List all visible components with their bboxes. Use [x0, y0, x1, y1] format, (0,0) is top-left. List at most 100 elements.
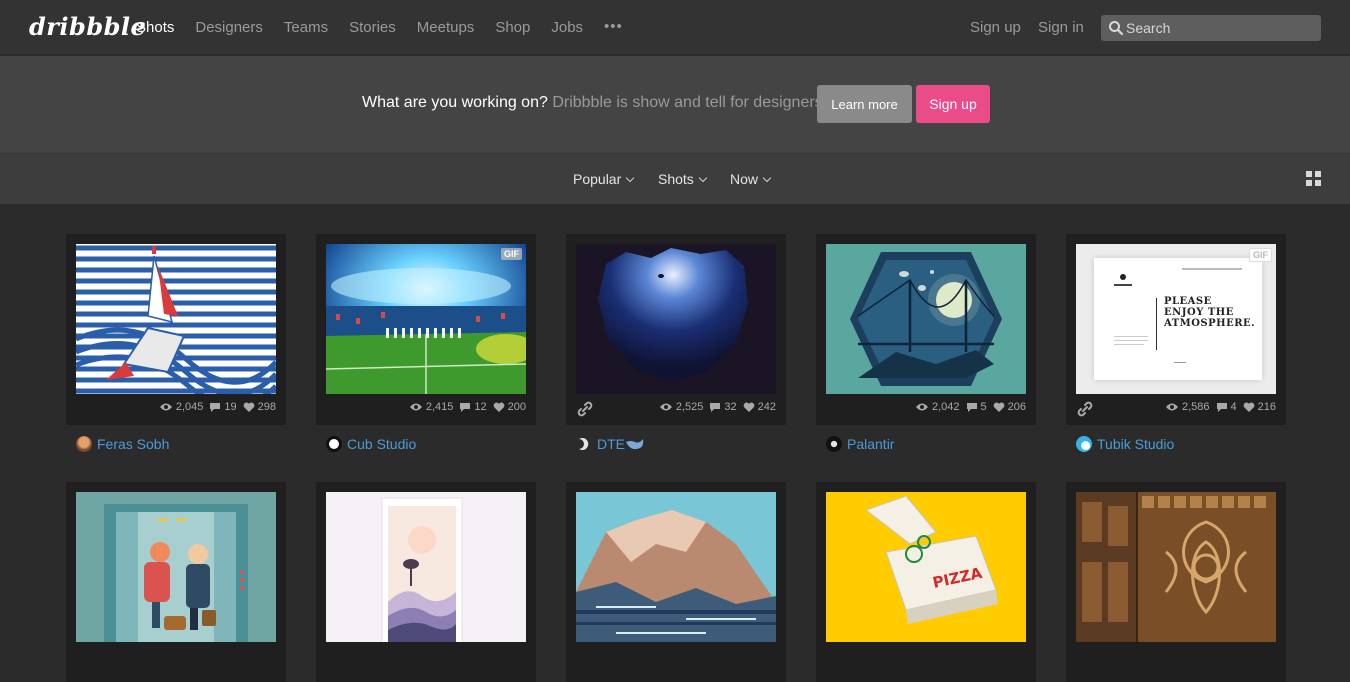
author-name: DTE [597, 436, 625, 452]
likes-count[interactable]: 298 [243, 401, 276, 413]
shot-thumbnail[interactable]: PLEASE ENJOY THE ATMOSPHERE. GIF [1076, 244, 1276, 394]
learn-more-button[interactable]: Learn more [817, 85, 912, 123]
author-name: Palantir [847, 436, 895, 452]
eye-icon [915, 403, 928, 411]
views-count: 2,525 [659, 401, 703, 413]
top-nav: dribbble Shots Designers Teams Stories M… [0, 0, 1350, 55]
comment-icon [210, 402, 221, 412]
search-icon [1109, 21, 1124, 36]
shot-card: PIZZA [816, 482, 1036, 682]
mockup-headline: PLEASE ENJOY THE ATMOSPHERE. [1164, 296, 1256, 329]
sort-filter-dropdown[interactable]: Popular [573, 171, 635, 187]
nav-designers[interactable]: Designers [195, 19, 263, 36]
shot-thumbnail[interactable]: GIF [326, 244, 526, 394]
likes-count[interactable]: 200 [493, 401, 526, 413]
chevron-down-icon [626, 173, 635, 183]
eye-icon [659, 403, 672, 411]
shot-thumbnail[interactable] [576, 244, 776, 394]
shot-card: PLEASE ENJOY THE ATMOSPHERE. GIF 2,586 4… [1066, 234, 1286, 425]
more-menu-icon[interactable]: ••• [604, 18, 623, 35]
dribbble-logo[interactable]: dribbble [29, 12, 146, 41]
author-avatar [1076, 436, 1092, 452]
heart-icon [743, 402, 754, 412]
attachment-icon[interactable] [576, 400, 594, 418]
shot-author[interactable]: Feras Sobh [76, 436, 169, 452]
shot-stats: 2,525 32 242 [653, 401, 776, 413]
nav-meetups[interactable]: Meetups [417, 19, 475, 36]
shot-stats: 2,042 5 206 [909, 401, 1026, 413]
views-count: 2,042 [915, 401, 960, 413]
views-count: 2,586 [1165, 401, 1210, 413]
main-nav: Shots Designers Teams Stories Meetups Sh… [136, 18, 623, 36]
sort-filter-label: Popular [573, 171, 622, 187]
likes-count[interactable]: 206 [993, 401, 1026, 413]
shot-thumbnail[interactable] [826, 244, 1026, 394]
filter-bar: Popular Shots Now [0, 153, 1350, 204]
author-name: Tubik Studio [1097, 436, 1175, 452]
author-avatar [579, 438, 589, 450]
banner-question: What are you working on? [362, 94, 548, 111]
author-name: Feras Sobh [97, 436, 170, 452]
shot-thumbnail[interactable] [576, 492, 776, 642]
time-filter-dropdown[interactable]: Now [730, 171, 772, 187]
shot-author[interactable]: Cub Studio [326, 436, 416, 452]
comment-icon [1216, 402, 1227, 412]
heart-icon [993, 402, 1004, 412]
type-filter-dropdown[interactable]: Shots [658, 171, 708, 187]
shot-thumbnail[interactable]: PIZZA [826, 492, 1026, 642]
shot-thumbnail[interactable] [76, 244, 276, 394]
views-count: 2,415 [409, 401, 453, 413]
comments-count: 12 [459, 401, 487, 413]
shot-card [1066, 482, 1286, 682]
nav-stories[interactable]: Stories [349, 19, 396, 36]
comments-count: 5 [966, 401, 987, 413]
chevron-down-icon [762, 173, 772, 183]
heart-icon [1243, 402, 1254, 412]
author-avatar [76, 436, 92, 452]
signup-banner: What are you working on? Dribbble is sho… [0, 56, 1350, 153]
comment-icon [460, 402, 471, 412]
shot-card: 2,045 19 298 [66, 234, 286, 425]
shot-stats: 2,045 19 298 [153, 401, 276, 413]
mockup-page: PLEASE ENJOY THE ATMOSPHERE. [1094, 258, 1262, 380]
author-avatar [326, 436, 342, 452]
banner-sign-up-button[interactable]: Sign up [916, 85, 990, 123]
heart-icon [243, 402, 254, 412]
shot-thumbnail[interactable] [1076, 492, 1276, 642]
banner-text: What are you working on? Dribbble is sho… [362, 94, 827, 112]
chevron-down-icon [698, 173, 708, 183]
nav-sign-in-link[interactable]: Sign in [1038, 19, 1084, 36]
heart-icon [493, 402, 504, 412]
gif-badge: GIF [1249, 248, 1272, 262]
shot-stats: 2,415 12 200 [403, 401, 526, 413]
grid-view-icon[interactable] [1306, 171, 1321, 186]
eye-icon [159, 403, 172, 411]
search-box[interactable] [1101, 15, 1321, 41]
shot-card [316, 482, 536, 682]
shot-card [566, 482, 786, 682]
likes-count[interactable]: 216 [1243, 401, 1276, 413]
nav-sign-up-link[interactable]: Sign up [970, 19, 1021, 36]
nav-shop[interactable]: Shop [495, 19, 530, 36]
comment-icon [966, 402, 977, 412]
time-filter-label: Now [730, 171, 759, 187]
comment-icon [710, 402, 721, 412]
attachment-icon[interactable] [1076, 400, 1094, 418]
shot-author[interactable]: DTE [576, 436, 645, 452]
gif-badge: GIF [501, 248, 522, 260]
nav-jobs[interactable]: Jobs [551, 19, 583, 36]
likes-count[interactable]: 242 [743, 401, 776, 413]
shot-thumbnail[interactable] [326, 492, 526, 642]
shot-card [66, 482, 286, 682]
shot-author[interactable]: Tubik Studio [1076, 436, 1174, 452]
shot-author[interactable]: Palantir [826, 436, 894, 452]
nav-shots[interactable]: Shots [136, 19, 174, 36]
author-avatar [826, 436, 842, 452]
nav-teams[interactable]: Teams [284, 19, 328, 36]
comments-count: 19 [209, 401, 237, 413]
type-filter-label: Shots [658, 171, 694, 187]
shot-thumbnail[interactable] [76, 492, 276, 642]
eye-icon [409, 403, 422, 411]
eye-icon [1165, 403, 1178, 411]
search-input[interactable] [1126, 15, 1316, 41]
